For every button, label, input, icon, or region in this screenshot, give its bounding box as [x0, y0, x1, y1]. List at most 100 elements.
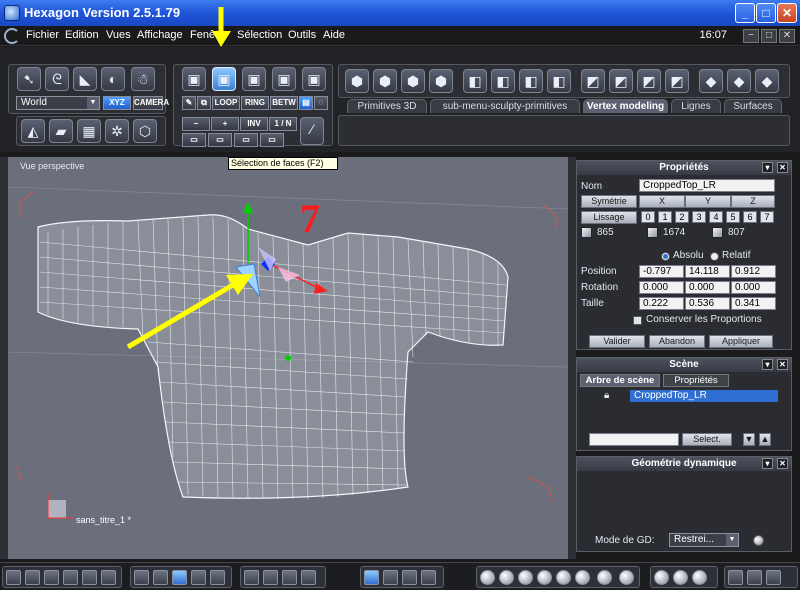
- grid-red-icon[interactable]: [191, 570, 206, 585]
- smoothing-button[interactable]: Lissage: [581, 211, 637, 224]
- layout-wide-icon[interactable]: [82, 570, 97, 585]
- tab-scene-tree[interactable]: Arbre de scène: [580, 374, 660, 387]
- extrude-icon[interactable]: ⬢: [345, 69, 369, 93]
- tessellate-icon[interactable]: ⬢: [429, 69, 453, 93]
- select-button[interactable]: Select.: [682, 433, 732, 446]
- cube-icon[interactable]: [728, 570, 743, 585]
- grid-icon[interactable]: ▦: [77, 119, 101, 143]
- smoothing-level-4[interactable]: 4: [709, 211, 723, 223]
- between-button[interactable]: BETW: [270, 96, 298, 110]
- lasso-icon[interactable]: ᘓ: [45, 67, 69, 91]
- lit-sphere-icon[interactable]: [575, 570, 590, 585]
- loop-button[interactable]: LOOP: [212, 96, 240, 110]
- tab-primitives-3d[interactable]: Primitives 3D: [347, 99, 427, 113]
- slice-icon[interactable]: ◧: [547, 69, 571, 93]
- less-button[interactable]: −: [182, 117, 210, 131]
- square-select-icon[interactable]: ▭: [208, 133, 232, 147]
- texture-icon[interactable]: [134, 570, 149, 585]
- tab-vertex-modeling[interactable]: Vertex modeling: [583, 99, 668, 113]
- menu-affichage[interactable]: Affichage: [137, 29, 183, 41]
- preview-sphere-icon[interactable]: [619, 570, 634, 585]
- coord-system-select[interactable]: World ▼: [16, 96, 100, 110]
- move-icon[interactable]: [364, 570, 379, 585]
- display-icon[interactable]: ▤: [299, 96, 313, 110]
- layout-split-icon[interactable]: [25, 570, 40, 585]
- ring-button[interactable]: RING: [241, 96, 269, 110]
- wheel-icon[interactable]: ✲: [105, 119, 129, 143]
- frame-icon[interactable]: [244, 570, 259, 585]
- snap-icon[interactable]: ◭: [21, 119, 45, 143]
- close-icon[interactable]: ✕: [777, 458, 788, 469]
- app-restore-button[interactable]: □: [761, 29, 777, 43]
- symmetry-z-button[interactable]: Z: [731, 195, 775, 208]
- app-minimize-button[interactable]: −: [743, 29, 759, 43]
- close-button[interactable]: ✕: [777, 3, 797, 23]
- maximize-button[interactable]: □: [756, 3, 776, 23]
- smoothing-level-3[interactable]: 3: [692, 211, 706, 223]
- relative-radio[interactable]: [710, 252, 719, 261]
- sweep-icon[interactable]: ◩: [581, 69, 605, 93]
- keep-proportions-checkbox[interactable]: [633, 316, 642, 325]
- symmetry-y-button[interactable]: Y: [685, 195, 731, 208]
- size-y-field[interactable]: 0.536: [685, 297, 730, 310]
- menu-aide[interactable]: Aide: [323, 29, 345, 41]
- triangle-select-icon[interactable]: ◣: [73, 67, 97, 91]
- one-of-n-button[interactable]: 1 / N: [269, 117, 297, 131]
- fill-hole-icon[interactable]: ◧: [519, 69, 543, 93]
- scene-search-field[interactable]: [589, 433, 679, 446]
- abort-button[interactable]: Abandon: [649, 335, 705, 348]
- size-z-field[interactable]: 0.341: [731, 297, 776, 310]
- light-icon[interactable]: [654, 570, 669, 585]
- tab-surfaces[interactable]: Surfaces: [724, 99, 782, 113]
- pan-icon[interactable]: [263, 570, 278, 585]
- rotation-y-field[interactable]: 0.000: [685, 281, 730, 294]
- zoom-icon[interactable]: [282, 570, 297, 585]
- boolean-icon[interactable]: ◩: [637, 69, 661, 93]
- invert-button[interactable]: INV: [240, 117, 268, 131]
- shrink-select-icon[interactable]: ▭: [260, 133, 284, 147]
- bridge-icon[interactable]: ◧: [463, 69, 487, 93]
- minimize-button[interactable]: _: [735, 3, 755, 23]
- arrow-down-icon[interactable]: ▼: [743, 433, 755, 446]
- apply-button[interactable]: Appliquer: [709, 335, 773, 348]
- smoothing-level-1[interactable]: 1: [658, 211, 672, 223]
- symmetry-icon[interactable]: ◩: [665, 69, 689, 93]
- layout-single-icon[interactable]: [6, 570, 21, 585]
- validate-button[interactable]: Valider: [589, 335, 645, 348]
- close-icon[interactable]: ✕: [777, 359, 788, 370]
- menu-edition[interactable]: Edition: [65, 29, 99, 41]
- absolute-radio[interactable]: [661, 252, 670, 261]
- universal-icon[interactable]: [421, 570, 436, 585]
- smoothing-level-7[interactable]: 7: [760, 211, 774, 223]
- scene-tree-item[interactable]: CroppedTop_LR: [630, 390, 778, 402]
- more-button[interactable]: +: [211, 117, 239, 131]
- brush-select-icon[interactable]: ▭: [182, 133, 206, 147]
- lathe-icon[interactable]: ◩: [609, 69, 633, 93]
- menu-fichier[interactable]: Fichier: [26, 29, 59, 41]
- close-icon[interactable]: ✕: [777, 162, 788, 173]
- brush-icon[interactable]: ✎: [182, 96, 196, 110]
- size-x-field[interactable]: 0.222: [639, 297, 684, 310]
- select-faces-icon[interactable]: ▣: [212, 67, 236, 91]
- grid-view-icon[interactable]: [172, 570, 187, 585]
- layout-triple-icon[interactable]: [44, 570, 59, 585]
- select-object-icon[interactable]: ▣: [182, 67, 206, 91]
- shadow-icon[interactable]: [673, 570, 688, 585]
- rotate-icon[interactable]: [383, 570, 398, 585]
- grow-select-icon[interactable]: ▭: [234, 133, 258, 147]
- select-edges-icon[interactable]: ▣: [242, 67, 266, 91]
- paint-select-icon[interactable]: ◐: [101, 67, 125, 91]
- gizmo-icon[interactable]: ⬡: [133, 119, 157, 143]
- gd-sphere-icon[interactable]: [753, 535, 764, 546]
- arrow-up-icon[interactable]: ▲: [759, 433, 771, 446]
- select-all-icon[interactable]: ▣: [302, 67, 326, 91]
- menu-outils[interactable]: Outils: [288, 29, 316, 41]
- scale-icon[interactable]: [402, 570, 417, 585]
- menu-vues[interactable]: Vues: [106, 29, 131, 41]
- smoothing-level-5[interactable]: 5: [726, 211, 740, 223]
- align-icon[interactable]: ◆: [727, 69, 751, 93]
- symmetry-button[interactable]: Symétrie: [581, 195, 637, 208]
- layout-full-icon[interactable]: [101, 570, 116, 585]
- gd-mode-select[interactable]: Restrei... ▼: [669, 533, 739, 547]
- menu-selection[interactable]: Sélection: [237, 29, 282, 41]
